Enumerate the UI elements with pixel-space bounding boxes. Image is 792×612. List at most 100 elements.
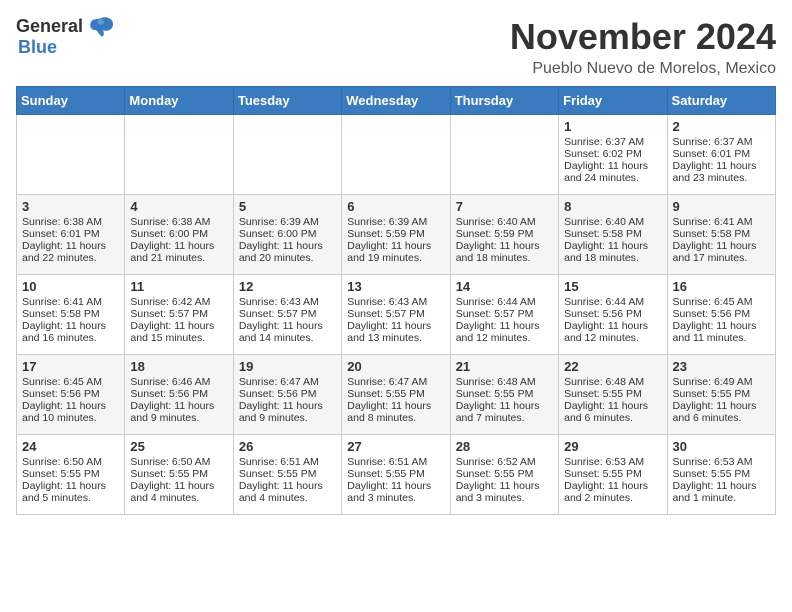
sunrise-text: Sunrise: 6:44 AM <box>564 296 661 308</box>
sunrise-text: Sunrise: 6:48 AM <box>456 376 553 388</box>
daylight-text: Daylight: 11 hours and 14 minutes. <box>239 320 336 344</box>
sunset-text: Sunset: 5:57 PM <box>130 308 227 320</box>
month-title: November 2024 <box>510 16 776 58</box>
day-number: 15 <box>564 279 661 294</box>
calendar-week-4: 17Sunrise: 6:45 AMSunset: 5:56 PMDayligh… <box>17 355 776 435</box>
calendar-table: SundayMondayTuesdayWednesdayThursdayFrid… <box>16 86 776 515</box>
daylight-text: Daylight: 11 hours and 23 minutes. <box>673 160 770 184</box>
sunrise-text: Sunrise: 6:43 AM <box>347 296 444 308</box>
day-number: 14 <box>456 279 553 294</box>
sunrise-text: Sunrise: 6:53 AM <box>564 456 661 468</box>
sunrise-text: Sunrise: 6:47 AM <box>347 376 444 388</box>
sunset-text: Sunset: 6:02 PM <box>564 148 661 160</box>
daylight-text: Daylight: 11 hours and 20 minutes. <box>239 240 336 264</box>
sunrise-text: Sunrise: 6:38 AM <box>130 216 227 228</box>
calendar-cell: 13Sunrise: 6:43 AMSunset: 5:57 PMDayligh… <box>342 275 450 355</box>
day-number: 22 <box>564 359 661 374</box>
calendar-cell: 21Sunrise: 6:48 AMSunset: 5:55 PMDayligh… <box>450 355 558 435</box>
calendar-cell: 30Sunrise: 6:53 AMSunset: 5:55 PMDayligh… <box>667 435 775 515</box>
daylight-text: Daylight: 11 hours and 3 minutes. <box>347 480 444 504</box>
calendar-cell: 17Sunrise: 6:45 AMSunset: 5:56 PMDayligh… <box>17 355 125 435</box>
sunset-text: Sunset: 5:55 PM <box>673 468 770 480</box>
calendar-cell: 16Sunrise: 6:45 AMSunset: 5:56 PMDayligh… <box>667 275 775 355</box>
calendar-cell: 10Sunrise: 6:41 AMSunset: 5:58 PMDayligh… <box>17 275 125 355</box>
day-number: 29 <box>564 439 661 454</box>
sunset-text: Sunset: 5:56 PM <box>564 308 661 320</box>
daylight-text: Daylight: 11 hours and 9 minutes. <box>239 400 336 424</box>
logo-general-text: General <box>16 17 83 37</box>
day-number: 21 <box>456 359 553 374</box>
day-number: 6 <box>347 199 444 214</box>
calendar-cell: 3Sunrise: 6:38 AMSunset: 6:01 PMDaylight… <box>17 195 125 275</box>
sunset-text: Sunset: 5:58 PM <box>673 228 770 240</box>
daylight-text: Daylight: 11 hours and 10 minutes. <box>22 400 119 424</box>
calendar-cell <box>233 115 341 195</box>
sunrise-text: Sunrise: 6:38 AM <box>22 216 119 228</box>
sunset-text: Sunset: 5:58 PM <box>22 308 119 320</box>
sunset-text: Sunset: 5:55 PM <box>347 388 444 400</box>
calendar-cell: 7Sunrise: 6:40 AMSunset: 5:59 PMDaylight… <box>450 195 558 275</box>
daylight-text: Daylight: 11 hours and 13 minutes. <box>347 320 444 344</box>
day-number: 2 <box>673 119 770 134</box>
sunset-text: Sunset: 5:55 PM <box>564 388 661 400</box>
daylight-text: Daylight: 11 hours and 21 minutes. <box>130 240 227 264</box>
calendar-cell: 14Sunrise: 6:44 AMSunset: 5:57 PMDayligh… <box>450 275 558 355</box>
daylight-text: Daylight: 11 hours and 4 minutes. <box>239 480 336 504</box>
day-number: 13 <box>347 279 444 294</box>
calendar-cell <box>125 115 233 195</box>
day-header-monday: Monday <box>125 87 233 115</box>
sunrise-text: Sunrise: 6:40 AM <box>456 216 553 228</box>
day-number: 24 <box>22 439 119 454</box>
sunset-text: Sunset: 6:00 PM <box>130 228 227 240</box>
logo-blue-text: Blue <box>18 38 115 58</box>
daylight-text: Daylight: 11 hours and 12 minutes. <box>456 320 553 344</box>
sunrise-text: Sunrise: 6:44 AM <box>456 296 553 308</box>
daylight-text: Daylight: 11 hours and 22 minutes. <box>22 240 119 264</box>
sunrise-text: Sunrise: 6:37 AM <box>564 136 661 148</box>
day-number: 30 <box>673 439 770 454</box>
daylight-text: Daylight: 11 hours and 18 minutes. <box>564 240 661 264</box>
sunset-text: Sunset: 5:55 PM <box>456 388 553 400</box>
sunrise-text: Sunrise: 6:37 AM <box>673 136 770 148</box>
calendar-cell: 28Sunrise: 6:52 AMSunset: 5:55 PMDayligh… <box>450 435 558 515</box>
day-number: 26 <box>239 439 336 454</box>
sunrise-text: Sunrise: 6:53 AM <box>673 456 770 468</box>
sunrise-text: Sunrise: 6:50 AM <box>130 456 227 468</box>
calendar-cell: 15Sunrise: 6:44 AMSunset: 5:56 PMDayligh… <box>559 275 667 355</box>
calendar-cell: 23Sunrise: 6:49 AMSunset: 5:55 PMDayligh… <box>667 355 775 435</box>
daylight-text: Daylight: 11 hours and 3 minutes. <box>456 480 553 504</box>
day-number: 8 <box>564 199 661 214</box>
day-number: 5 <box>239 199 336 214</box>
sunset-text: Sunset: 5:55 PM <box>130 468 227 480</box>
sunrise-text: Sunrise: 6:50 AM <box>22 456 119 468</box>
calendar-cell: 22Sunrise: 6:48 AMSunset: 5:55 PMDayligh… <box>559 355 667 435</box>
day-number: 11 <box>130 279 227 294</box>
daylight-text: Daylight: 11 hours and 19 minutes. <box>347 240 444 264</box>
day-number: 20 <box>347 359 444 374</box>
calendar-cell: 4Sunrise: 6:38 AMSunset: 6:00 PMDaylight… <box>125 195 233 275</box>
calendar-cell: 29Sunrise: 6:53 AMSunset: 5:55 PMDayligh… <box>559 435 667 515</box>
calendar-week-2: 3Sunrise: 6:38 AMSunset: 6:01 PMDaylight… <box>17 195 776 275</box>
sunset-text: Sunset: 5:55 PM <box>22 468 119 480</box>
calendar-cell: 26Sunrise: 6:51 AMSunset: 5:55 PMDayligh… <box>233 435 341 515</box>
calendar-cell: 18Sunrise: 6:46 AMSunset: 5:56 PMDayligh… <box>125 355 233 435</box>
sunset-text: Sunset: 6:00 PM <box>239 228 336 240</box>
day-number: 25 <box>130 439 227 454</box>
calendar-header-row: SundayMondayTuesdayWednesdayThursdayFrid… <box>17 87 776 115</box>
daylight-text: Daylight: 11 hours and 16 minutes. <box>22 320 119 344</box>
calendar-cell: 25Sunrise: 6:50 AMSunset: 5:55 PMDayligh… <box>125 435 233 515</box>
calendar-cell: 6Sunrise: 6:39 AMSunset: 5:59 PMDaylight… <box>342 195 450 275</box>
sunset-text: Sunset: 5:56 PM <box>22 388 119 400</box>
day-number: 27 <box>347 439 444 454</box>
day-header-thursday: Thursday <box>450 87 558 115</box>
calendar-cell: 11Sunrise: 6:42 AMSunset: 5:57 PMDayligh… <box>125 275 233 355</box>
daylight-text: Daylight: 11 hours and 5 minutes. <box>22 480 119 504</box>
calendar-cell: 2Sunrise: 6:37 AMSunset: 6:01 PMDaylight… <box>667 115 775 195</box>
daylight-text: Daylight: 11 hours and 2 minutes. <box>564 480 661 504</box>
sunset-text: Sunset: 5:55 PM <box>673 388 770 400</box>
daylight-text: Daylight: 11 hours and 8 minutes. <box>347 400 444 424</box>
calendar-cell: 19Sunrise: 6:47 AMSunset: 5:56 PMDayligh… <box>233 355 341 435</box>
page-header: General Blue November 2024 Pueblo Nuevo … <box>16 16 776 78</box>
sunset-text: Sunset: 5:55 PM <box>456 468 553 480</box>
day-header-sunday: Sunday <box>17 87 125 115</box>
